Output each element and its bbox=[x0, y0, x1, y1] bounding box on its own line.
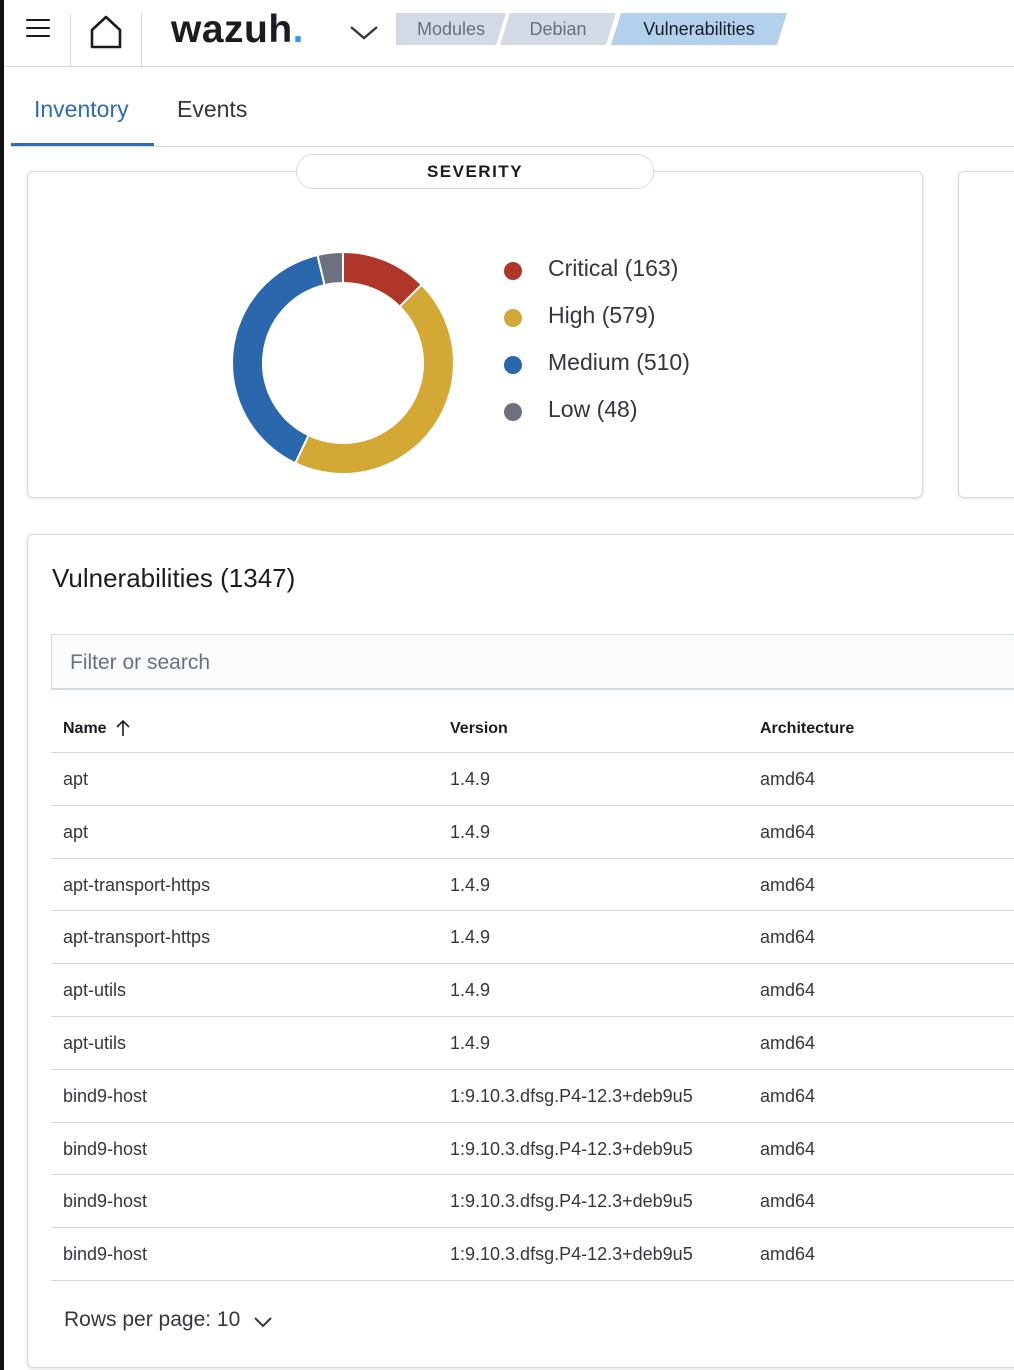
top-header: wazuh. Modules Debian Vulnerabilities bbox=[4, 0, 1014, 67]
header-divider bbox=[141, 14, 142, 66]
cell-name: bind9-host bbox=[63, 1138, 148, 1159]
window-edge bbox=[0, 0, 4, 1370]
cell-version: 1.4.9 bbox=[450, 769, 491, 789]
cell-version: 1.4.9 bbox=[450, 1032, 491, 1053]
cell-version: 1.4.9 bbox=[450, 821, 491, 842]
table-row[interactable]: bind9-host 1:9.10.3.dfsg.P4-12.3+deb9u5 am… bbox=[51, 1175, 1014, 1229]
cell-architecture: amd64 bbox=[760, 1138, 816, 1159]
cell-version: 1:9.10.3.dfsg.P4-12.3+deb9u5 bbox=[450, 1138, 693, 1159]
table-row[interactable]: bind9-host 1:9.10.3.dfsg.P4-12.3+deb9u5 am… bbox=[51, 1123, 1014, 1176]
breadcrumb-vulnerabilities: Vulnerabilities bbox=[611, 13, 787, 45]
cell-name: apt bbox=[63, 821, 89, 842]
column-header-architecture[interactable]: Architecture bbox=[760, 720, 854, 738]
cell-architecture: amd64 bbox=[760, 1085, 816, 1106]
cell-name: bind9-host bbox=[63, 1244, 148, 1265]
tab-events[interactable]: Events bbox=[177, 96, 247, 123]
cell-name: apt-transport-https bbox=[63, 874, 211, 895]
cell-version: 1:9.10.3.dfsg.P4-12.3+deb9u5 bbox=[450, 1244, 693, 1265]
search-placeholder: Filter or search bbox=[70, 651, 211, 674]
cell-architecture: amd64 bbox=[760, 769, 816, 789]
cell-architecture: amd64 bbox=[760, 1191, 816, 1212]
legend-dot bbox=[504, 403, 522, 421]
cell-name: apt-transport-https bbox=[63, 927, 211, 948]
legend-dot bbox=[504, 356, 522, 374]
cell-version: 1.4.9 bbox=[450, 980, 491, 1001]
column-header-name[interactable]: Name bbox=[63, 720, 107, 738]
table-row[interactable]: bind9-host 1:9.10.3.dfsg.P4-12.3+deb9u5 am… bbox=[51, 1070, 1014, 1123]
table-row[interactable]: apt-transport-https 1.4.9 amd64 bbox=[51, 911, 1014, 965]
cell-name: apt bbox=[63, 769, 89, 789]
table-row[interactable]: apt 1.4.9 amd64 bbox=[51, 753, 1014, 806]
table-row[interactable]: apt-utils 1.4.9 amd64 bbox=[51, 1017, 1014, 1070]
search-input[interactable]: Filter or search bbox=[51, 634, 1014, 690]
legend-label: Critical (163) bbox=[548, 255, 679, 281]
legend-dot bbox=[504, 309, 522, 327]
home-icon[interactable] bbox=[88, 13, 124, 51]
breadcrumb-debian[interactable]: Debian bbox=[500, 13, 616, 45]
breadcrumb-modules[interactable]: Modules bbox=[396, 13, 506, 45]
severity-donut-chart bbox=[232, 252, 454, 474]
active-tab-indicator bbox=[11, 143, 154, 146]
hamburger-menu-icon[interactable] bbox=[26, 19, 50, 39]
column-header-version[interactable]: Version bbox=[450, 720, 508, 738]
arrow-up-icon[interactable] bbox=[115, 719, 131, 737]
vulnerabilities-title: Vulnerabilities (1347) bbox=[52, 563, 296, 593]
legend-dot bbox=[504, 262, 522, 280]
donut-slice-high[interactable] bbox=[293, 283, 454, 474]
vulnerabilities-table: Name Version Architecture apt 1.4.9 amd64 a… bbox=[51, 704, 1014, 1281]
tab-inventory[interactable]: Inventory bbox=[34, 96, 129, 123]
chevron-down-icon[interactable] bbox=[347, 20, 381, 44]
cell-architecture: amd64 bbox=[760, 874, 816, 895]
table-row[interactable]: apt 1.4.9 amd64 bbox=[51, 806, 1014, 859]
severity-title: SEVERITY bbox=[296, 154, 654, 189]
cell-architecture: amd64 bbox=[760, 1032, 816, 1053]
secondary-panel bbox=[958, 171, 1014, 498]
wazuh-logo[interactable]: wazuh. bbox=[171, 8, 304, 52]
donut-slice-medium[interactable] bbox=[232, 253, 326, 465]
table-row[interactable]: apt-utils 1.4.9 amd64 bbox=[51, 964, 1014, 1017]
cell-name: apt-utils bbox=[63, 1032, 127, 1053]
cell-name: bind9-host bbox=[63, 1085, 148, 1106]
cell-version: 1.4.9 bbox=[450, 927, 491, 948]
table-row[interactable]: bind9-host 1:9.10.3.dfsg.P4-12.3+deb9u5 am… bbox=[51, 1228, 1014, 1281]
cell-name: bind9-host bbox=[63, 1191, 148, 1212]
rows-per-page-selector[interactable]: Rows per page: 10 bbox=[64, 1308, 240, 1332]
table-row[interactable]: apt-transport-https 1.4.9 amd64 bbox=[51, 859, 1014, 912]
severity-panel bbox=[27, 171, 923, 498]
cell-architecture: amd64 bbox=[760, 821, 816, 842]
cell-architecture: amd64 bbox=[760, 927, 816, 948]
cell-version: 1:9.10.3.dfsg.P4-12.3+deb9u5 bbox=[450, 1191, 693, 1212]
chevron-down-icon[interactable] bbox=[253, 1314, 273, 1330]
header-divider bbox=[70, 14, 71, 66]
table-body: apt 1.4.9 amd64 apt 1.4.9 amd64 apt-transport-… bbox=[51, 753, 1014, 1281]
legend-label: Low (48) bbox=[548, 396, 638, 422]
cell-version: 1.4.9 bbox=[450, 874, 491, 895]
table-header: Name Version Architecture bbox=[51, 704, 1014, 753]
tab-bar: Inventory Events bbox=[11, 66, 1014, 147]
legend-label: Medium (510) bbox=[548, 349, 690, 375]
cell-architecture: amd64 bbox=[760, 1244, 816, 1265]
cell-version: 1:9.10.3.dfsg.P4-12.3+deb9u5 bbox=[450, 1085, 693, 1106]
legend-label: High (579) bbox=[548, 302, 656, 328]
cell-architecture: amd64 bbox=[760, 980, 816, 1001]
cell-name: apt-utils bbox=[63, 980, 127, 1001]
